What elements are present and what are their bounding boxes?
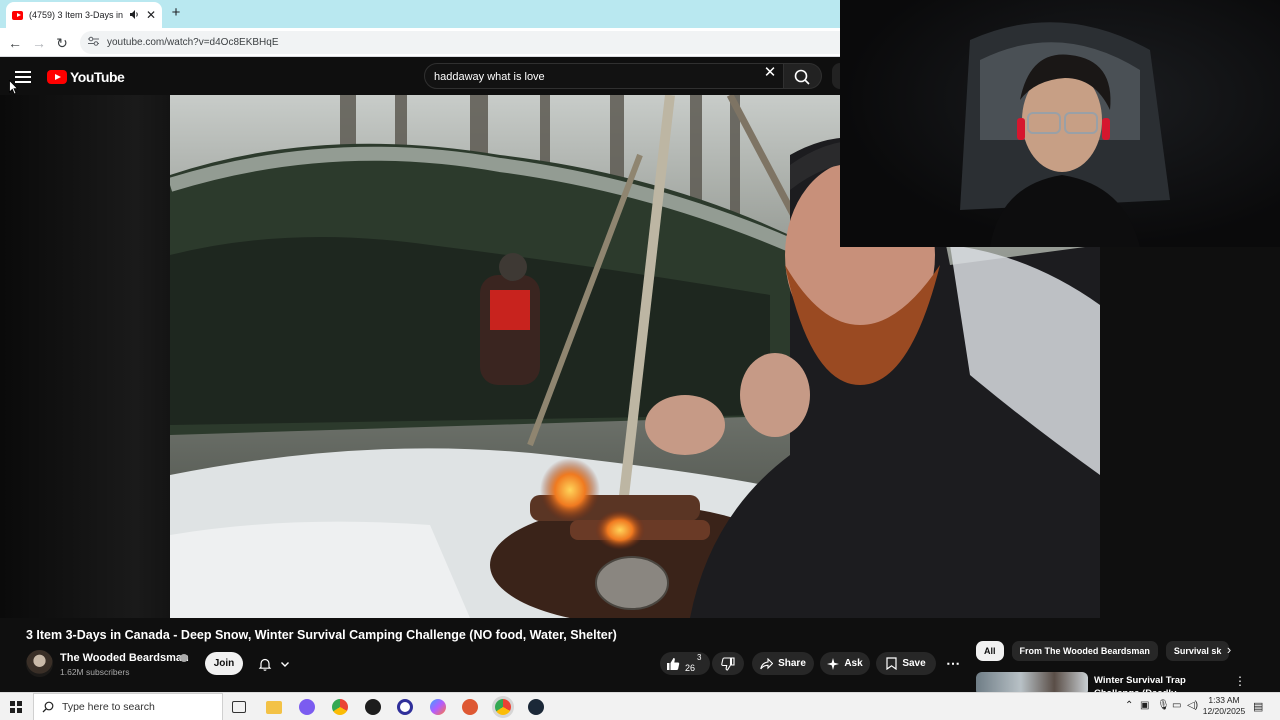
bookmark-icon bbox=[886, 657, 897, 670]
more-vertical-icon[interactable]: ⋮ bbox=[1234, 674, 1246, 688]
thumbs-up-icon bbox=[667, 657, 680, 670]
speaker-icon[interactable] bbox=[129, 9, 140, 21]
youtube-masthead: YouTube ✕ bbox=[0, 57, 840, 95]
taskbar-search[interactable]: Type here to search bbox=[33, 693, 223, 720]
channel-avatar[interactable] bbox=[26, 650, 53, 677]
search-box bbox=[424, 63, 784, 89]
app-icon-2[interactable] bbox=[365, 699, 381, 715]
reload-icon[interactable]: ↻ bbox=[53, 34, 71, 52]
site-info-icon[interactable] bbox=[88, 36, 99, 49]
url-text[interactable]: youtube.com/watch?v=d4Oc8EKBHqE bbox=[107, 37, 278, 48]
forward-arrow-icon[interactable]: → bbox=[30, 34, 48, 52]
browser-tabstrip: (4759) 3 Item 3-Days in Canada ✕ + bbox=[0, 0, 840, 28]
search-icon bbox=[42, 701, 54, 713]
chevron-right-icon[interactable]: › bbox=[1221, 641, 1237, 659]
join-button[interactable]: Join bbox=[205, 652, 243, 675]
ask-button[interactable]: Ask bbox=[820, 652, 870, 675]
ask-label: Ask bbox=[844, 658, 863, 669]
youtube-play-icon bbox=[47, 70, 67, 84]
notifications-icon[interactable]: ▤ bbox=[1253, 700, 1263, 713]
app-icon-1[interactable] bbox=[299, 699, 315, 715]
search-input[interactable] bbox=[434, 68, 754, 85]
task-view-icon[interactable] bbox=[232, 701, 246, 713]
notification-button[interactable] bbox=[250, 652, 297, 675]
back-arrow-icon[interactable]: ← bbox=[6, 34, 24, 52]
like-count-top: 3 bbox=[697, 653, 702, 662]
clear-search-icon[interactable]: ✕ bbox=[763, 63, 777, 83]
close-tab-icon[interactable]: ✕ bbox=[146, 9, 156, 21]
more-actions-icon[interactable]: ⋯ bbox=[942, 652, 964, 675]
player-left-backdrop bbox=[0, 95, 170, 618]
youtube-logo[interactable]: YouTube bbox=[47, 69, 125, 85]
chrome-icon[interactable] bbox=[332, 699, 348, 715]
tray-app-icon[interactable]: ▣ bbox=[1140, 700, 1149, 711]
browser-toolbar: ← → ↻ youtube.com/watch?v=d4Oc8EKBHqE bbox=[0, 28, 840, 57]
chip-from-channel[interactable]: From The Wooded Beardsman bbox=[1011, 641, 1158, 661]
like-button[interactable]: 3 26 bbox=[660, 652, 710, 675]
clock-time: 1:33 AM bbox=[1208, 695, 1240, 705]
like-count-bottom: 26 bbox=[685, 663, 696, 673]
save-label: Save bbox=[902, 658, 926, 669]
windows-start-icon[interactable] bbox=[10, 701, 22, 713]
youtube-favicon-icon bbox=[12, 10, 23, 20]
share-label: Share bbox=[778, 658, 806, 669]
share-button[interactable]: Share bbox=[752, 652, 814, 675]
taskbar-clock[interactable]: 1:33 AM 12/20/2025 bbox=[1198, 695, 1250, 717]
channel-name[interactable]: The Wooded Beardsman bbox=[60, 652, 189, 664]
steam-icon[interactable] bbox=[528, 699, 544, 715]
chip-all[interactable]: All bbox=[976, 641, 1004, 661]
app-icon-3[interactable] bbox=[397, 699, 413, 715]
save-button[interactable]: Save bbox=[876, 652, 936, 675]
chrome-active-icon[interactable] bbox=[495, 699, 511, 715]
verified-badge-icon bbox=[180, 654, 188, 662]
youtube-logo-text: YouTube bbox=[70, 69, 125, 85]
volume-icon[interactable]: ◁) bbox=[1187, 700, 1198, 711]
video-info: 3 Item 3-Days in Canada - Deep Snow, Win… bbox=[0, 618, 1280, 692]
tray-chevron-up-icon[interactable]: ⌃ bbox=[1125, 700, 1133, 711]
network-icon[interactable]: ▭ bbox=[1172, 700, 1181, 711]
search-button[interactable] bbox=[784, 63, 822, 89]
file-explorer-icon[interactable] bbox=[266, 701, 282, 714]
webcam-overlay bbox=[840, 0, 1280, 247]
chevron-down-icon bbox=[280, 661, 289, 667]
mouse-cursor-icon bbox=[9, 80, 18, 95]
duckduckgo-icon[interactable] bbox=[462, 699, 478, 715]
browser-tab-active[interactable]: (4759) 3 Item 3-Days in Canada ✕ bbox=[6, 2, 162, 28]
browser-tab-title: (4759) 3 Item 3-Days in Canada bbox=[28, 10, 124, 20]
microphone-icon[interactable]: 🎙 bbox=[1157, 700, 1170, 711]
windows-taskbar: Type here to search ⌃ ▣ 🎙 ▭ ◁) 1:33 AM 1… bbox=[0, 692, 1280, 720]
video-title: 3 Item 3-Days in Canada - Deep Snow, Win… bbox=[26, 628, 617, 642]
thumbs-down-icon bbox=[721, 656, 735, 671]
player-right-backdrop bbox=[1100, 247, 1280, 618]
voice-search-button[interactable] bbox=[832, 63, 840, 89]
address-bar[interactable]: youtube.com/watch?v=d4Oc8EKBHqE bbox=[80, 31, 840, 54]
like-count: 3 26 bbox=[685, 652, 705, 675]
dislike-button[interactable] bbox=[712, 652, 744, 675]
search-icon bbox=[794, 69, 810, 85]
app-icon-4[interactable] bbox=[430, 699, 446, 715]
recommended-thumbnail[interactable] bbox=[976, 672, 1088, 692]
recommended-title[interactable]: Winter Survival Trap Challenge (Deadly T… bbox=[1094, 674, 1226, 692]
sparkle-icon bbox=[827, 657, 840, 670]
new-tab-button[interactable]: + bbox=[168, 5, 184, 21]
subscriber-count: 1.62M subscribers bbox=[60, 667, 130, 677]
taskbar-search-placeholder: Type here to search bbox=[62, 701, 155, 713]
share-icon bbox=[760, 657, 774, 669]
bell-icon bbox=[258, 658, 271, 671]
webcam-image bbox=[960, 22, 1170, 247]
chip-survival[interactable]: Survival sk bbox=[1165, 641, 1230, 661]
clock-date: 12/20/2025 bbox=[1202, 706, 1246, 716]
recommended-video[interactable]: Winter Survival Trap Challenge (Deadly T… bbox=[976, 672, 1276, 692]
